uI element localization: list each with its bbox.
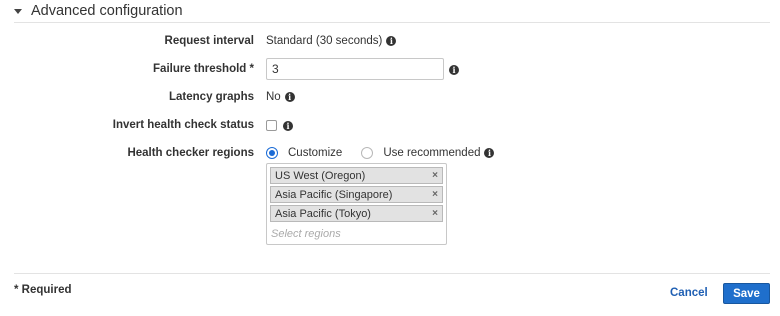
info-icon[interactable]: i [449,65,459,75]
customize-radio-label[interactable]: Customize [288,147,342,159]
latency-graphs-value: No [266,91,281,103]
info-icon[interactable]: i [283,120,293,131]
footer-divider [14,273,770,274]
info-icon[interactable]: i [386,36,397,46]
info-icon[interactable]: i [484,148,495,158]
customize-radio[interactable] [266,147,278,159]
latency-graphs-value-row: No i [266,91,295,103]
caret-down-icon[interactable] [14,8,22,14]
region-tag-label: Asia Pacific (Tokyo) [275,207,371,220]
select-regions-placeholder[interactable]: Select regions [270,228,443,240]
latency-graphs-label: Latency graphs [169,91,254,103]
failure-threshold-label: Failure threshold * [153,63,254,75]
save-button[interactable]: Save [723,283,770,304]
request-interval-value-row: Standard (30 seconds) i [266,35,397,47]
invert-health-check-label: Invert health check status [112,119,254,131]
remove-icon[interactable]: × [432,189,438,200]
invert-health-check-row: i [266,120,293,131]
remove-icon[interactable]: × [432,208,438,219]
required-note: * Required [14,284,72,296]
cancel-button[interactable]: Cancel [670,287,708,299]
region-tag: US West (Oregon) × [270,167,443,184]
region-tag: Asia Pacific (Tokyo) × [270,205,443,222]
section-divider [14,22,770,23]
regions-radio-group: Customize Use recommended i [266,147,495,159]
advanced-configuration-header[interactable]: Advanced configuration [14,0,183,22]
region-tag: Asia Pacific (Singapore) × [270,186,443,203]
failure-threshold-input[interactable] [266,58,444,80]
request-interval-label: Request interval [164,35,254,47]
use-recommended-radio-label[interactable]: Use recommended [383,147,480,159]
use-recommended-radio[interactable] [361,147,374,159]
info-icon[interactable]: i [284,92,295,102]
region-tag-label: US West (Oregon) [275,169,366,182]
section-title: Advanced configuration [31,3,183,19]
health-checker-regions-label: Health checker regions [127,147,254,159]
region-tag-label: Asia Pacific (Singapore) [275,188,393,201]
invert-health-check-checkbox[interactable] [266,120,277,131]
regions-multiselect[interactable]: US West (Oregon) × Asia Pacific (Singapo… [266,163,447,245]
request-interval-value: Standard (30 seconds) [266,35,383,47]
remove-icon[interactable]: × [432,170,438,181]
